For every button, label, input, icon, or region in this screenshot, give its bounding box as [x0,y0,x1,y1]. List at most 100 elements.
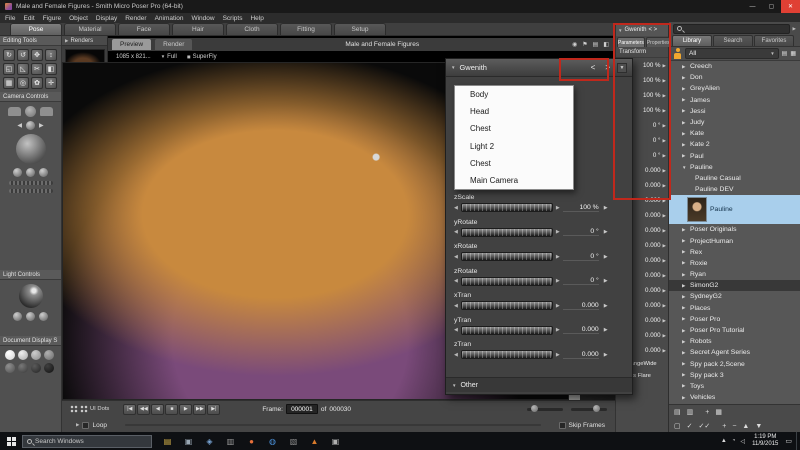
parameter-value[interactable]: 0.000 [633,302,660,309]
library-item[interactable]: Pauline Casual [669,173,800,184]
figures-category-icon[interactable] [673,48,682,59]
library-item[interactable]: Don [669,72,800,83]
library-item[interactable]: Ryan [669,269,800,280]
menu-item[interactable]: Window [191,15,214,22]
parameter-expand-icon[interactable]: ▶ [663,168,666,174]
dial-value[interactable]: 0.000 [562,302,599,310]
library-item[interactable]: Pauline [669,195,800,225]
taskbar-app-icon[interactable]: ◍ [265,434,280,448]
actor-menu-item[interactable]: Body [455,86,573,103]
library-item[interactable]: Places [669,303,800,314]
parameter-expand-icon[interactable]: ▶ [663,153,666,159]
editing-tool-button[interactable]: ◺ [17,63,29,75]
parameter-expand-icon[interactable]: ▶ [663,348,666,354]
preview-tab[interactable]: Preview [112,39,152,50]
parameter-value[interactable]: 0.000 [633,227,660,234]
transport-button[interactable]: ◀◀ [137,403,151,415]
parameter-value[interactable]: 0.000 [633,347,660,354]
parameter-expand-icon[interactable]: ▶ [663,123,666,129]
tray-icon[interactable]: ▲ [721,438,727,444]
parameter-expand-icon[interactable]: ▶ [663,78,666,84]
library-item[interactable]: Poser Pro [669,314,800,325]
parameter-expand-icon[interactable]: ▶ [663,258,666,264]
tray-icon[interactable]: ◁ [741,438,746,445]
list-view-icon[interactable]: ▤ [782,50,788,57]
editing-tool-button[interactable]: ◱ [3,63,15,75]
parameter-expand-icon[interactable]: ▶ [663,228,666,234]
taskbar-clock[interactable]: 1:19 PM 11/9/2015 [752,434,778,448]
editing-tool-button[interactable]: ◧ [45,63,57,75]
dial-increment-icon[interactable]: ▶ [556,254,560,260]
parameter-expand-icon[interactable]: ▶ [663,213,666,219]
editing-tool-button[interactable]: ✛ [45,77,57,89]
playback-rate-slider[interactable] [527,405,563,412]
dial-decrement-icon[interactable]: ◀ [454,327,458,333]
params-tab[interactable]: Parameters [617,37,645,47]
search-go-icon[interactable]: ▶ [793,26,796,32]
parameter-value[interactable]: 100 % [633,107,661,114]
library-item[interactable]: Roxie [669,258,800,269]
transport-button[interactable]: ◀ [151,403,165,415]
library-item[interactable]: ProjectHuman [669,235,800,246]
dial-value[interactable]: 0 ° [562,277,599,285]
maximize-button[interactable]: ▢ [762,0,781,13]
library-item[interactable]: Creech [669,61,800,72]
dial-value[interactable]: 0 ° [562,253,599,261]
dial-knob[interactable] [460,252,553,261]
library-item[interactable]: Spy pack 3 [669,370,800,381]
menu-item[interactable]: Scripts [223,15,243,22]
renderer-dropdown[interactable]: ◼ SuperFly [187,54,217,60]
editing-tool-button[interactable]: ↺ [17,49,29,61]
taskbar-app-icon[interactable]: ● [244,434,259,448]
dial-expand-icon[interactable]: ▶ [604,229,608,235]
room-tab[interactable]: Cloth [226,23,278,35]
start-button[interactable] [0,432,22,450]
parameter-value[interactable]: 100 % [633,92,661,99]
room-tab[interactable]: Face [118,23,170,35]
camera-trackball[interactable] [15,134,46,164]
show-desktop-button[interactable] [796,432,800,450]
dial-decrement-icon[interactable]: ◀ [454,352,458,358]
library-toolbar-icon[interactable]: ▢ [674,422,681,430]
dial-expand-icon[interactable]: ▶ [604,254,608,260]
editing-tool-button[interactable]: ✿ [31,77,43,89]
library-item[interactable]: GreyAlien [669,83,800,94]
parameter-expand-icon[interactable]: ▶ [663,243,666,249]
menu-item[interactable]: Help [250,15,263,22]
room-tab[interactable]: Fitting [280,23,332,35]
editing-tool-button[interactable]: ↕ [45,49,57,61]
dial-value[interactable]: 0 ° [562,228,599,236]
dial-increment-icon[interactable]: ▶ [556,352,560,358]
params-tab[interactable]: Properties [645,37,671,47]
library-item[interactable]: SydneyG2 [669,291,800,302]
parameter-value[interactable]: 0 ° [633,137,661,144]
library-item[interactable]: Pauline [669,162,800,173]
dial-knob[interactable] [460,227,553,237]
parameter-value[interactable]: 0.000 [633,272,660,279]
editing-tool-button[interactable]: ◎ [17,77,29,89]
display-style-sphere[interactable] [44,363,54,373]
dial-decrement-icon[interactable]: ◀ [454,205,458,211]
render-tab[interactable]: Render [155,39,193,50]
display-style-sphere[interactable] [5,350,15,360]
room-tab[interactable]: Hair [172,23,224,35]
viewport-icon[interactable]: ◧ [603,41,609,48]
dial-increment-icon[interactable]: ▶ [556,303,560,309]
transport-button[interactable]: ▶| [207,403,221,415]
library-item[interactable]: Poser Originals [669,224,800,235]
parameter-value[interactable]: 0.000 [633,332,660,339]
library-item[interactable]: Robots [669,336,800,347]
editing-tool-button[interactable]: ✥ [31,49,43,61]
library-toolbar-icon[interactable]: ✓✓ [699,422,711,430]
library-tab[interactable]: Favorites [754,35,794,46]
library-toolbar-icon[interactable]: ▤ [674,408,681,416]
menu-item[interactable]: Render [125,15,146,22]
library-item[interactable]: Spy pack 2,Scene [669,359,800,370]
parameter-expand-icon[interactable]: ▶ [663,318,666,324]
library-tab[interactable]: Library [672,35,712,46]
total-frames-value[interactable]: 000030 [329,406,351,413]
minimize-button[interactable]: — [743,0,762,13]
camera-select-ball[interactable] [26,121,35,130]
light-trackball[interactable] [18,284,43,308]
library-item[interactable]: Paul [669,151,800,162]
